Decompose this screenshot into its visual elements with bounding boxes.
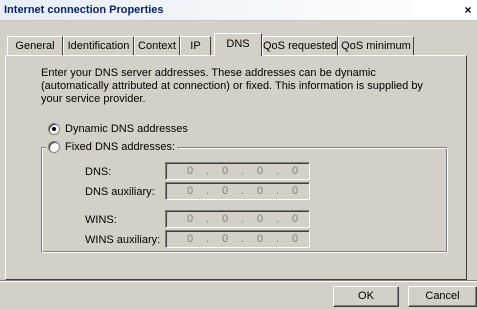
window-title: Internet connection Properties [4, 4, 164, 16]
fixed-dns-label: Fixed DNS addresses: [65, 141, 176, 153]
tab-identification[interactable]: Identification [63, 36, 134, 55]
fixed-dns-option[interactable]: Fixed DNS addresses: [46, 140, 178, 154]
tab-ip[interactable]: IP [180, 36, 211, 55]
tab-qos-minimum[interactable]: QoS minimum [338, 36, 414, 55]
tab-dns[interactable]: DNS [214, 33, 262, 56]
radio-button-checked[interactable] [48, 123, 60, 135]
title-bar: Internet connection Properties × [0, 0, 477, 21]
bottom-divider-highlight [0, 281, 477, 282]
radio-button-unchecked[interactable] [48, 141, 60, 153]
ok-button[interactable]: OK [333, 286, 399, 307]
tab-context[interactable]: Context [134, 36, 180, 55]
cancel-button[interactable]: Cancel [408, 286, 477, 307]
dynamic-dns-label: Dynamic DNS addresses [65, 123, 188, 135]
dynamic-dns-option[interactable]: Dynamic DNS addresses [48, 122, 188, 136]
tab-strip: General Identification Context IP DNS Qo… [0, 33, 477, 56]
tab-qos-requested[interactable]: QoS requested [262, 36, 338, 55]
close-icon[interactable]: × [461, 3, 475, 17]
dns-tab-panel [5, 55, 467, 280]
tab-general[interactable]: General [7, 36, 63, 55]
